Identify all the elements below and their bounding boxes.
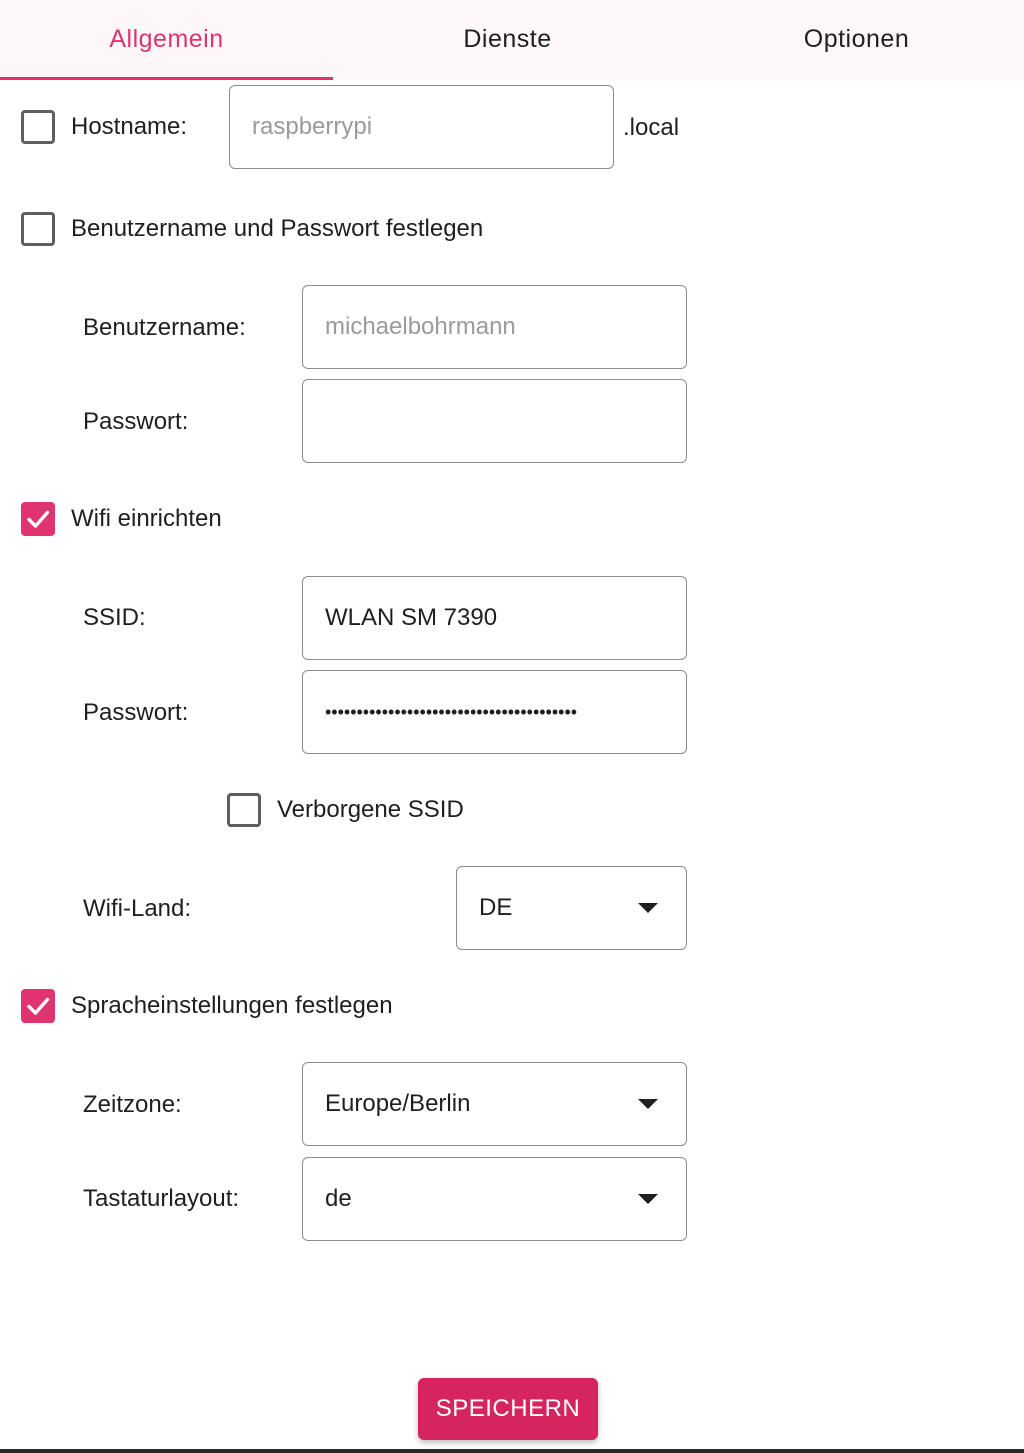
user-password-input[interactable] bbox=[302, 379, 687, 463]
user-password-checkbox-label: Benutzername und Passwort festlegen bbox=[71, 215, 484, 242]
tab-options-label: Optionen bbox=[803, 24, 910, 53]
ssid-input[interactable] bbox=[302, 576, 687, 660]
wifi-password-label: Passwort: bbox=[83, 699, 189, 726]
tab-general[interactable]: Allgemein bbox=[0, 0, 333, 80]
dropdown-arrow-icon bbox=[638, 1194, 658, 1204]
tab-services-label: Dienste bbox=[463, 24, 552, 53]
hostname-label: Hostname: bbox=[71, 113, 188, 140]
window-bottom-edge bbox=[0, 1449, 1024, 1453]
timezone-value: Europe/Berlin bbox=[325, 1090, 471, 1117]
locale-checkbox[interactable] bbox=[21, 989, 55, 1023]
keyboard-layout-label: Tastaturlayout: bbox=[83, 1185, 240, 1212]
hidden-ssid-checkbox[interactable] bbox=[227, 793, 261, 827]
dropdown-arrow-icon bbox=[638, 903, 658, 913]
wifi-checkbox-label: Wifi einrichten bbox=[71, 505, 222, 532]
wifi-country-select[interactable]: DE bbox=[456, 866, 687, 950]
wifi-checkbox[interactable] bbox=[21, 502, 55, 536]
checkmark-icon bbox=[27, 510, 50, 528]
user-password-checkbox[interactable] bbox=[21, 212, 55, 246]
user-password-label: Passwort: bbox=[83, 408, 189, 435]
wifi-country-value: DE bbox=[479, 894, 513, 921]
active-tab-indicator bbox=[0, 77, 333, 80]
keyboard-layout-value: de bbox=[325, 1185, 352, 1212]
dropdown-arrow-icon bbox=[638, 1099, 658, 1109]
username-input[interactable] bbox=[302, 285, 687, 369]
hidden-ssid-label: Verborgene SSID bbox=[277, 796, 464, 823]
timezone-select[interactable]: Europe/Berlin bbox=[302, 1062, 687, 1146]
timezone-label: Zeitzone: bbox=[83, 1091, 182, 1118]
tab-general-label: Allgemein bbox=[109, 24, 224, 53]
hostname-checkbox[interactable] bbox=[21, 110, 55, 144]
checkmark-icon bbox=[27, 997, 50, 1015]
locale-checkbox-label: Spracheinstellungen festlegen bbox=[71, 992, 393, 1019]
wifi-country-label: Wifi-Land: bbox=[83, 895, 192, 922]
username-label: Benutzername: bbox=[83, 314, 246, 341]
ssid-label: SSID: bbox=[83, 604, 146, 631]
wifi-password-input[interactable] bbox=[302, 670, 687, 754]
hostname-input[interactable] bbox=[229, 85, 614, 169]
keyboard-layout-select[interactable]: de bbox=[302, 1157, 687, 1241]
tab-services[interactable]: Dienste bbox=[341, 0, 674, 80]
tab-bar: Allgemein Dienste Optionen bbox=[0, 0, 1024, 80]
hostname-suffix: .local bbox=[623, 114, 680, 141]
save-button[interactable]: SPEICHERN bbox=[418, 1378, 598, 1440]
tab-options[interactable]: Optionen bbox=[690, 0, 1023, 80]
